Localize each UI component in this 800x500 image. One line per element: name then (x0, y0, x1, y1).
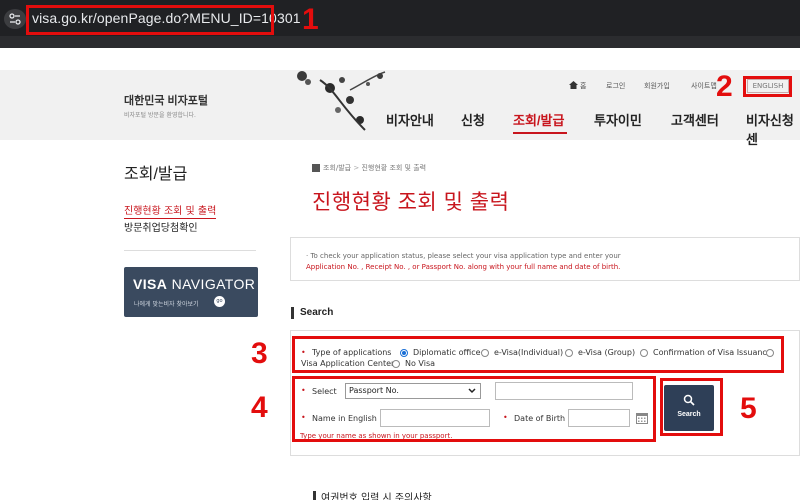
home-icon[interactable] (569, 81, 578, 89)
utility-home[interactable]: 홈 (580, 81, 586, 91)
gnb-customer-center[interactable]: 고객센터 (671, 110, 719, 129)
gnb-inquiry-issuance[interactable]: 조회/발급 (513, 110, 564, 129)
section-marker (313, 491, 316, 500)
site-info-icon[interactable] (4, 9, 26, 29)
annotation-number-1: 1 (302, 3, 319, 36)
gnb-visa-info[interactable]: 비자안내 (386, 110, 434, 129)
next-section-title: 여권번호 입력 시 주의사항 (321, 493, 432, 500)
gnb-active-underline (513, 132, 567, 134)
annotation-number-2: 2 (716, 70, 733, 103)
site-logo-subtitle: 비자포털 방문을 환영합니다. (124, 112, 196, 119)
visa-navigator-banner[interactable]: VISA NAVIGATOR 나에게 맞는비자 찾아보기 go (124, 267, 258, 317)
utility-signup[interactable]: 회원가입 (644, 81, 670, 91)
visa-navigator-title: VISA NAVIGATOR (133, 276, 256, 292)
lnb-divider (124, 250, 256, 251)
lnb-title: 조회/발급 (124, 166, 188, 183)
bookmarks-bar (0, 36, 800, 48)
gnb-apply[interactable]: 신청 (461, 110, 485, 129)
breadcrumb: 조회/발급 > 진행현황 조회 및 출력 (323, 164, 427, 172)
lnb-item-visit-employment[interactable]: 방문취업당첨확인 (124, 219, 198, 234)
breadcrumb-item[interactable]: 조회/발급 (323, 164, 351, 172)
utility-sitemap[interactable]: 사이트맵 (691, 81, 717, 91)
site-header (0, 70, 800, 140)
annotation-box-4 (292, 376, 656, 442)
annotation-number-3: 3 (251, 337, 268, 370)
gnb-investment-immigration[interactable]: 투자이민 (594, 110, 642, 129)
go-icon: go (214, 296, 225, 307)
breadcrumb-home-icon[interactable] (312, 164, 320, 172)
site-logo-title[interactable]: 대한민국 비자포털 (124, 92, 208, 108)
annotation-box-2 (743, 76, 792, 97)
annotation-number-5: 5 (740, 392, 757, 425)
page-title: 진행현황 조회 및 출력 (312, 191, 510, 214)
notice-text-highlight: Application No. , Receipt No. , or Passp… (306, 263, 621, 271)
gnb-visa-application-center[interactable]: 비자신청센 (746, 110, 800, 148)
annotation-box-3 (292, 336, 784, 373)
lnb-item-status-inquiry[interactable]: 진행현황 조회 및 출력 (124, 202, 217, 219)
annotation-box-5 (660, 378, 723, 436)
search-section-title: Search (300, 307, 334, 318)
annotation-box-1 (26, 5, 274, 35)
annotation-number-4: 4 (251, 391, 268, 424)
ink-decoration (297, 71, 386, 131)
section-marker (291, 307, 294, 319)
visa-navigator-subtitle: 나에게 맞는비자 찾아보기 (134, 301, 199, 308)
breadcrumb-item[interactable]: 진행현황 조회 및 출력 (361, 164, 426, 172)
screenshot: visa.go.kr/openPage.do?MENU_ID=10301 대한민… (0, 0, 800, 500)
utility-login[interactable]: 로그인 (606, 81, 625, 91)
notice-text: · To check your application status, plea… (306, 252, 621, 260)
